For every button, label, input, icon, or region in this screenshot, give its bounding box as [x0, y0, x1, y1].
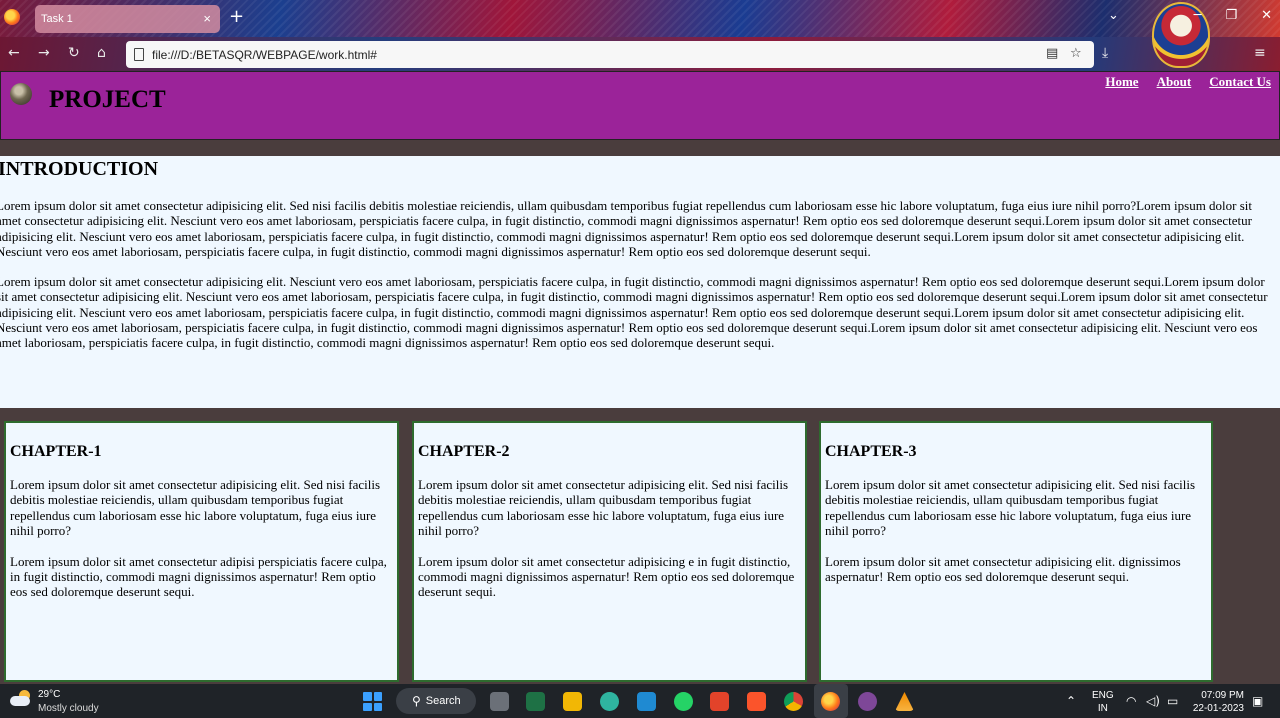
- page-icon: [134, 48, 144, 61]
- chapter-heading: CHAPTER-3: [825, 443, 917, 460]
- download-icon[interactable]: ⤓: [1102, 45, 1108, 61]
- vscode-icon[interactable]: [637, 692, 656, 711]
- firefox-icon[interactable]: [4, 9, 20, 25]
- minimize-icon[interactable]: ─: [1194, 8, 1202, 23]
- file-explorer-icon[interactable]: [563, 692, 582, 711]
- weather-condition[interactable]: Mostly cloudy: [38, 703, 99, 714]
- windows-taskbar: 29°C Mostly cloudy ⚲ Search ⌃ ENG IN ◠ ◁…: [0, 684, 1280, 718]
- nav-link-contact[interactable]: Contact Us: [1209, 74, 1271, 90]
- chapter-paragraph: Lorem ipsum dolor sit amet consectetur a…: [10, 477, 381, 539]
- nav-link-about[interactable]: About: [1157, 74, 1192, 90]
- brave-icon[interactable]: [747, 692, 766, 711]
- clock-date: 22-01-2023: [1192, 703, 1244, 714]
- tab-close-icon[interactable]: ×: [203, 11, 211, 26]
- site-logo: [10, 83, 32, 105]
- chapter-card-2: CHAPTER-2 Lorem ipsum dolor sit amet con…: [412, 421, 807, 682]
- search-icon: ⚲: [412, 694, 421, 708]
- chapter-heading: CHAPTER-1: [10, 443, 102, 460]
- clock-time: 07:09 PM: [1201, 690, 1244, 701]
- url-text: file:///D:/BETASQR/WEBPAGE/work.html#: [152, 47, 377, 62]
- window-controls: ─ ❐ ✕: [1194, 8, 1272, 23]
- new-tab-button[interactable]: +: [229, 6, 244, 27]
- volume-icon[interactable]: ◁): [1146, 694, 1160, 708]
- system-clock[interactable]: 07:09 PM 22-01-2023: [1192, 689, 1244, 715]
- introduction-section: INTRODUCTION Lorem ipsum dolor sit amet …: [0, 156, 1280, 408]
- chapter-paragraph: Lorem ipsum dolor sit amet consectetur a…: [825, 477, 1196, 539]
- wifi-icon[interactable]: ◠: [1126, 694, 1136, 708]
- introduction-heading: INTRODUCTION: [0, 158, 159, 180]
- site-header: PROJECT Home About Contact Us: [0, 71, 1280, 140]
- battery-icon[interactable]: ▭: [1167, 694, 1178, 708]
- chapter-paragraph: Lorem ipsum dolor sit amet consectetur a…: [418, 553, 795, 600]
- forward-icon[interactable]: →: [38, 45, 50, 61]
- chevron-up-icon[interactable]: ⌃: [1066, 694, 1076, 708]
- chapter-paragraph: Lorem ipsum dolor sit amet consectetur a…: [825, 553, 1181, 585]
- search-label: Search: [425, 695, 461, 707]
- chapter-paragraph: Lorem ipsum dolor sit amet consectetur a…: [418, 477, 789, 539]
- chapter-card-3: CHAPTER-3 Lorem ipsum dolor sit amet con…: [819, 421, 1213, 682]
- whatsapp-icon[interactable]: [674, 692, 693, 711]
- language-indicator[interactable]: ENG IN: [1092, 689, 1114, 715]
- reader-view-icon[interactable]: ▤: [1046, 46, 1058, 61]
- weather-temperature[interactable]: 29°C: [38, 689, 60, 700]
- bookmark-star-icon[interactable]: ☆: [1070, 46, 1082, 61]
- restore-icon[interactable]: ❐: [1225, 8, 1237, 23]
- close-window-icon[interactable]: ✕: [1261, 8, 1272, 23]
- region-code: IN: [1097, 703, 1108, 714]
- language-code: ENG: [1092, 690, 1114, 701]
- url-bar[interactable]: file:///D:/BETASQR/WEBPAGE/work.html# ▤ …: [126, 41, 1094, 68]
- firefox-taskbar-icon[interactable]: [821, 692, 840, 711]
- home-icon[interactable]: ⌂: [97, 45, 106, 61]
- site-title: PROJECT: [49, 86, 166, 113]
- browser-tab-strip: Task 1 × + ⌄ ─ ❐ ✕: [0, 0, 1280, 37]
- chapter-paragraph: Lorem ipsum dolor sit amet consectetur a…: [10, 553, 387, 600]
- weather-cloudy-icon[interactable]: [10, 690, 32, 706]
- tab-title: Task 1: [41, 13, 73, 25]
- task-view-icon[interactable]: [490, 692, 509, 711]
- chrome-icon[interactable]: [784, 692, 803, 711]
- vlc-icon[interactable]: [895, 692, 914, 711]
- back-icon[interactable]: ←: [8, 45, 20, 61]
- taskbar-search-button[interactable]: ⚲ Search: [396, 688, 476, 714]
- menu-icon[interactable]: ≡: [1254, 45, 1266, 61]
- nav-link-home[interactable]: Home: [1105, 74, 1138, 90]
- office-icon[interactable]: [710, 692, 729, 711]
- windows-start-icon[interactable]: [363, 692, 382, 711]
- edge-icon[interactable]: [600, 692, 619, 711]
- chapter-card-1: CHAPTER-1 Lorem ipsum dolor sit amet con…: [4, 421, 399, 682]
- chevron-down-icon[interactable]: ⌄: [1108, 8, 1119, 23]
- introduction-paragraph: Lorem ipsum dolor sit amet consectetur a…: [0, 198, 1253, 259]
- excel-icon[interactable]: [526, 692, 545, 711]
- browser-tab[interactable]: Task 1 ×: [35, 5, 220, 33]
- notification-icon[interactable]: ▣: [1252, 694, 1263, 708]
- introduction-paragraph: Lorem ipsum dolor sit amet consectetur a…: [0, 274, 1268, 351]
- reload-icon[interactable]: ↻: [68, 45, 80, 61]
- site-nav: Home About Contact Us: [1105, 74, 1271, 90]
- chapter-heading: CHAPTER-2: [418, 443, 510, 460]
- tor-browser-icon[interactable]: [858, 692, 877, 711]
